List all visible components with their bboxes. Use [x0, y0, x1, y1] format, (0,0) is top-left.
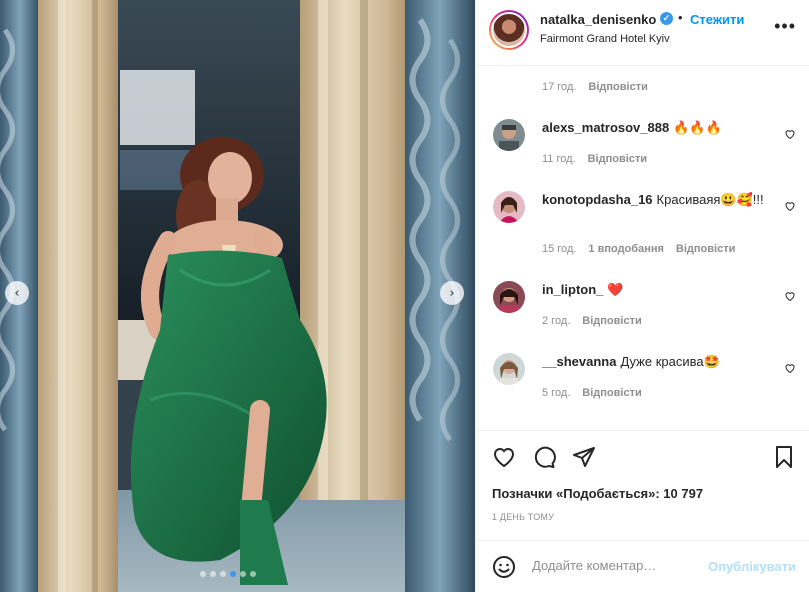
post-location[interactable]: Fairmont Grand Hotel Kyiv: [540, 33, 670, 45]
comment-time: 17 год.: [542, 81, 577, 93]
commenter-avatar[interactable]: [493, 353, 525, 385]
commenter-avatar[interactable]: [493, 281, 525, 313]
comment-meta: 17 год. Відповісти: [542, 81, 648, 93]
photo-image: [0, 0, 475, 592]
instagram-post-viewer: ‹ › natalka_denisenko ✓ • Стежити Fairmo…: [0, 0, 809, 592]
reply-button[interactable]: Відповісти: [582, 315, 641, 327]
commenter-username[interactable]: konotopdasha_16: [542, 192, 653, 207]
like-heart-icon[interactable]: [492, 445, 516, 469]
comment-time: 2 год.: [542, 315, 571, 327]
carousel-dot: [210, 571, 216, 577]
header-separator: •: [678, 10, 683, 25]
comment-input[interactable]: [532, 558, 692, 573]
carousel-dot: [250, 571, 256, 577]
like-comment-heart-icon[interactable]: [784, 290, 796, 302]
save-bookmark-icon[interactable]: [772, 445, 796, 469]
carousel-dot: [220, 571, 226, 577]
reply-button[interactable]: Відповісти: [676, 243, 735, 255]
comment-time: 11 год.: [542, 153, 576, 165]
comment-likes-count[interactable]: 1 вподобання: [588, 243, 663, 255]
post-photo[interactable]: ‹ ›: [0, 0, 475, 592]
comment-text: Дуже красива🤩: [620, 354, 720, 369]
commenter-avatar[interactable]: [493, 191, 525, 223]
post-header: natalka_denisenko ✓ • Стежити Fairmont G…: [476, 0, 809, 66]
carousel-dot: [200, 571, 206, 577]
carousel-dot: [240, 571, 246, 577]
like-comment-heart-icon[interactable]: [784, 128, 796, 140]
comments-list[interactable]: 17 год. Відповісти alexs_matrosov_888 🔥🔥🔥 …: [476, 66, 809, 430]
comment-text: ❤️: [607, 282, 624, 297]
more-options-button[interactable]: •••: [774, 16, 796, 37]
reply-button[interactable]: Відповісти: [582, 387, 641, 399]
follow-button[interactable]: Стежити: [690, 12, 744, 27]
verified-badge-icon: ✓: [660, 12, 673, 25]
like-comment-heart-icon[interactable]: [784, 362, 796, 374]
comment-meta: 2 год. Відповісти: [542, 315, 642, 327]
comment-meta: 15 год. 1 вподобання Відповісти: [542, 243, 735, 255]
carousel-prev-button[interactable]: ‹: [5, 281, 29, 305]
publish-button[interactable]: Опублікувати: [708, 559, 796, 574]
carousel-indicator: [200, 571, 256, 577]
comment-body: konotopdasha_16 Красиваяя😃🥰!!!: [542, 191, 772, 209]
post-actions: Позначки «Подобається»: 10 797 1 ДЕНЬ ТО…: [476, 430, 809, 540]
comment-time: 15 год.: [542, 243, 577, 255]
comment-meta: 11 год. Відповісти: [542, 153, 647, 165]
author-username[interactable]: natalka_denisenko: [540, 12, 656, 27]
comment-body: alexs_matrosov_888 🔥🔥🔥: [542, 119, 772, 137]
author-avatar[interactable]: [489, 10, 529, 50]
comment-text: Красиваяя😃🥰!!!: [656, 192, 764, 207]
share-paper-plane-icon[interactable]: [572, 445, 596, 469]
post-date: 1 ДЕНЬ ТОМУ: [492, 512, 555, 522]
reply-button[interactable]: Відповісти: [588, 81, 647, 93]
commenter-username[interactable]: __shevanna: [542, 354, 616, 369]
post-side-panel: natalka_denisenko ✓ • Стежити Fairmont G…: [475, 0, 809, 592]
comment-bubble-icon[interactable]: [532, 445, 556, 469]
comment-text: 🔥🔥🔥: [673, 120, 722, 135]
likes-count[interactable]: Позначки «Подобається»: 10 797: [492, 486, 703, 501]
comment-composer: Опублікувати: [476, 540, 809, 592]
comment-body: in_lipton_ ❤️: [542, 281, 772, 299]
commenter-username[interactable]: in_lipton_: [542, 282, 603, 297]
carousel-dot: [230, 571, 236, 577]
comment-time: 5 год.: [542, 387, 571, 399]
comment-body: __shevanna Дуже красива🤩: [542, 353, 772, 371]
like-comment-heart-icon[interactable]: [784, 200, 796, 212]
comment-meta: 5 год. Відповісти: [542, 387, 642, 399]
commenter-avatar[interactable]: [493, 119, 525, 151]
emoji-icon[interactable]: [492, 555, 516, 579]
reply-button[interactable]: Відповісти: [588, 153, 647, 165]
carousel-next-button[interactable]: ›: [440, 281, 464, 305]
commenter-username[interactable]: alexs_matrosov_888: [542, 120, 669, 135]
